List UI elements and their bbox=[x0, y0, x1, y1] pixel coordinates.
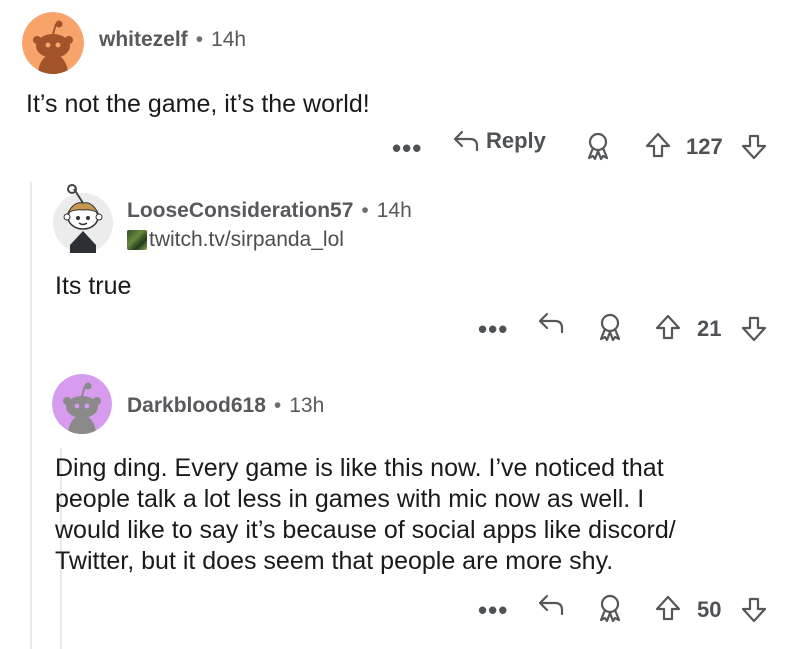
award-button[interactable] bbox=[583, 131, 613, 161]
comment-meta: Darkblood618 • 13h bbox=[127, 394, 324, 418]
upvote-button[interactable] bbox=[655, 313, 681, 341]
vote-score: 50 bbox=[697, 597, 722, 622]
award-icon bbox=[599, 594, 621, 623]
comment-body: It’s not the game, it’s the world! bbox=[26, 90, 370, 118]
downvote-arrow-icon bbox=[741, 134, 767, 160]
flair-image bbox=[127, 230, 147, 250]
reply-button[interactable]: Reply bbox=[452, 128, 546, 154]
comment-body-line: would like to say it’s because of social… bbox=[55, 516, 676, 544]
avatar[interactable] bbox=[22, 12, 84, 74]
downvote-button[interactable] bbox=[741, 133, 767, 161]
reply-label: Reply bbox=[486, 128, 546, 153]
snoo-avatar-icon bbox=[52, 374, 112, 434]
reply-arrow-icon bbox=[453, 130, 479, 152]
downvote-arrow-icon bbox=[741, 597, 767, 623]
comment-body: Its true bbox=[55, 272, 132, 300]
award-icon bbox=[599, 313, 621, 342]
more-options-icon[interactable]: ••• bbox=[478, 316, 508, 342]
upvote-arrow-icon bbox=[655, 595, 681, 621]
downvote-button[interactable] bbox=[741, 315, 767, 343]
snoo-avatar-icon bbox=[22, 12, 84, 74]
avatar[interactable] bbox=[52, 183, 114, 253]
reply-button[interactable] bbox=[537, 310, 565, 336]
reply-arrow-icon bbox=[538, 312, 564, 334]
downvote-arrow-icon bbox=[741, 316, 767, 342]
user-flair[interactable]: twitch.tv/sirpanda_lol bbox=[127, 228, 344, 252]
flair-text: twitch.tv/sirpanda_lol bbox=[149, 228, 344, 251]
comment-body: Ding ding. Every game is like this now. … bbox=[55, 453, 795, 577]
comment-body-line: Ding ding. Every game is like this now. … bbox=[55, 454, 664, 482]
separator-dot: • bbox=[195, 28, 204, 51]
award-button[interactable] bbox=[595, 593, 625, 623]
separator-dot: • bbox=[361, 199, 369, 222]
comment-meta: LooseConsideration57 • 14h bbox=[127, 199, 412, 223]
comment-thread: whitezelf • 14h It’s not the game, it’s th… bbox=[0, 0, 800, 649]
avatar[interactable] bbox=[52, 374, 112, 434]
comment-meta: whitezelf • 14h bbox=[99, 28, 246, 52]
upvote-button[interactable] bbox=[655, 594, 681, 622]
snoo-avatar-icon bbox=[53, 184, 113, 253]
upvote-arrow-icon bbox=[645, 132, 671, 158]
username[interactable]: LooseConsideration57 bbox=[127, 199, 353, 222]
timestamp: 14h bbox=[376, 199, 412, 222]
vote-score: 127 bbox=[686, 134, 723, 159]
award-icon bbox=[587, 132, 609, 161]
more-options-icon[interactable]: ••• bbox=[478, 597, 508, 623]
reply-button[interactable] bbox=[537, 592, 565, 618]
username[interactable]: Darkblood618 bbox=[127, 394, 266, 417]
downvote-button[interactable] bbox=[741, 596, 767, 624]
comment-body-line: Twitter, but it does seem that people ar… bbox=[55, 547, 614, 575]
thread-line[interactable] bbox=[30, 182, 32, 649]
reply-arrow-icon bbox=[538, 594, 564, 616]
more-options-icon[interactable]: ••• bbox=[392, 135, 422, 161]
vote-score: 21 bbox=[697, 316, 722, 341]
timestamp: 13h bbox=[289, 394, 325, 417]
upvote-button[interactable] bbox=[645, 131, 671, 159]
timestamp: 14h bbox=[211, 28, 247, 51]
separator-dot: • bbox=[273, 394, 282, 417]
award-button[interactable] bbox=[595, 312, 625, 342]
upvote-arrow-icon bbox=[655, 314, 681, 340]
username[interactable]: whitezelf bbox=[99, 28, 188, 51]
comment-body-line: people talk a lot less in games with mic… bbox=[55, 485, 645, 513]
